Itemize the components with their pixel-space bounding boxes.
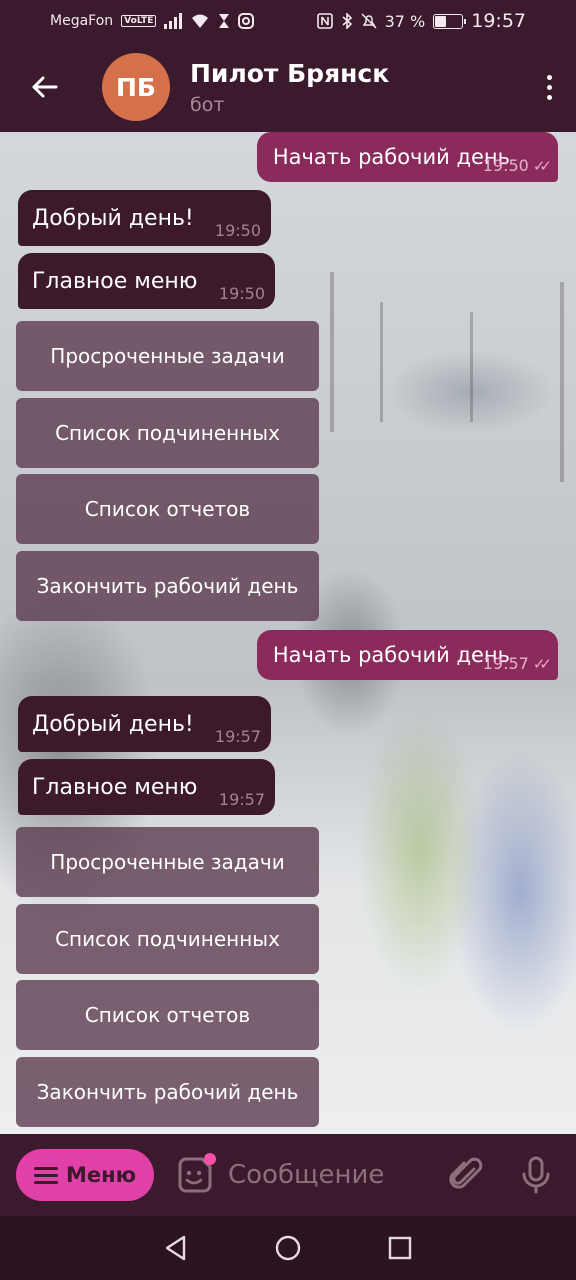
incoming-message[interactable]: Добрый день! 19:50 [18,190,271,246]
nav-recents-icon[interactable] [386,1234,414,1262]
chat-area[interactable]: Начать рабочий день 19:50 ✓✓ Добрый день… [0,132,576,1134]
menu-label: Меню [65,1163,137,1187]
keyboard-button-reports[interactable]: Список отчетов [16,980,319,1050]
message-time: 19:50 [218,284,265,303]
status-bar: MegaFon VoLTE 37 % 19:57 [0,0,576,42]
nav-back-icon[interactable] [162,1234,190,1262]
arrow-left-icon [32,76,58,98]
message-time: 19:57 [218,790,265,809]
incoming-message[interactable]: Добрый день! 19:57 [18,696,271,752]
paperclip-icon [449,1157,483,1189]
battery-percent: 37 % [384,11,426,31]
keyboard-button-overdue-tasks[interactable]: Просроченные задачи [16,321,319,391]
keyboard-button-reports[interactable]: Список отчетов [16,474,319,544]
back-button[interactable] [0,42,88,132]
clock: 19:57 [471,10,526,32]
read-check-icon: ✓✓ [532,156,552,175]
avatar[interactable]: ПБ [102,53,170,121]
volte-badge: VoLTE [121,15,157,27]
message-text: Главное меню [32,774,198,800]
chat-subtitle: бот [190,93,225,116]
keyboard-button-subordinates[interactable]: Список подчиненных [16,398,319,468]
bluetooth-off-icon [342,13,352,29]
wifi-icon [192,14,209,28]
menu-icon [33,1166,58,1184]
message-time: 19:57 [214,727,261,746]
keyboard-button-end-day[interactable]: Закончить рабочий день [16,551,319,621]
incoming-message[interactable]: Главное меню 19:50 [18,253,275,309]
battery-icon [433,13,467,29]
message-text: Добрый день! [32,205,194,231]
message-input[interactable] [228,1160,428,1190]
keyboard-button-end-day[interactable]: Закончить рабочий день [16,1057,319,1127]
chat-title-block[interactable]: Пилот Брянск бот [190,59,522,116]
sticker-button[interactable] [174,1153,216,1195]
keyboard-button-overdue-tasks[interactable]: Просроченные задачи [16,827,319,897]
microphone-icon [522,1156,550,1194]
mute-icon [361,13,377,29]
message-text: Добрый день! [32,711,194,737]
read-check-icon: ✓✓ [532,654,552,673]
signal-icon [164,13,183,29]
incoming-message[interactable]: Главное меню 19:57 [18,759,275,815]
hourglass-icon [219,14,230,28]
chat-title: Пилот Брянск [190,58,390,88]
attach-button[interactable] [446,1155,486,1195]
message-text: Главное меню [32,268,198,294]
message-time: 19:57 [482,654,529,673]
outgoing-message[interactable]: Начать рабочий день 19:50 ✓✓ [256,132,558,182]
voice-message-button[interactable] [516,1155,556,1195]
notification-dot [204,1153,216,1165]
message-composer: Меню [0,1134,576,1216]
outgoing-message[interactable]: Начать рабочий день 19:57 ✓✓ [256,630,558,680]
instagram-icon [238,13,255,29]
message-time: 19:50 [214,221,261,240]
bot-menu-button[interactable]: Меню [16,1149,154,1201]
nfc-icon [316,13,333,29]
nav-home-icon[interactable] [274,1234,302,1262]
message-text: Начать рабочий день [272,145,510,169]
message-text: Начать рабочий день [272,643,510,667]
message-time: 19:50 [482,156,529,175]
more-options-button[interactable] [522,42,576,132]
chat-header: ПБ Пилот Брянск бот [0,42,576,132]
system-navigation-bar [0,1216,576,1280]
carrier-name: MegaFon [50,13,114,29]
keyboard-button-subordinates[interactable]: Список подчиненных [16,904,319,974]
